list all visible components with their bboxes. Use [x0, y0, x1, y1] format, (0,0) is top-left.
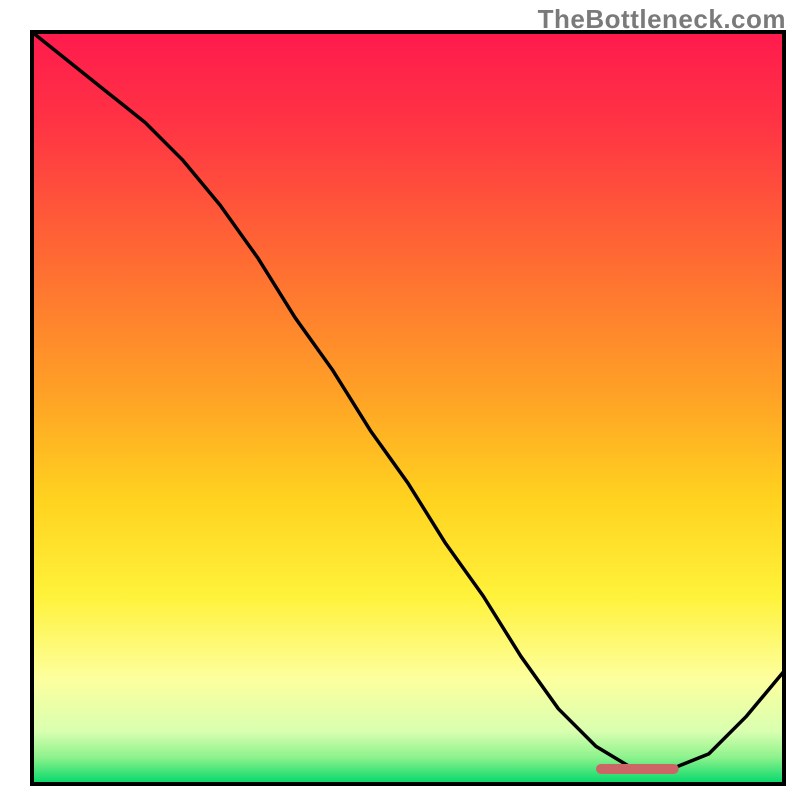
plot-background	[32, 32, 784, 784]
bottleneck-chart	[0, 0, 800, 800]
chart-stage: TheBottleneck.com	[0, 0, 800, 800]
optimal-range-bar	[596, 764, 679, 774]
watermark-text: TheBottleneck.com	[538, 4, 786, 35]
